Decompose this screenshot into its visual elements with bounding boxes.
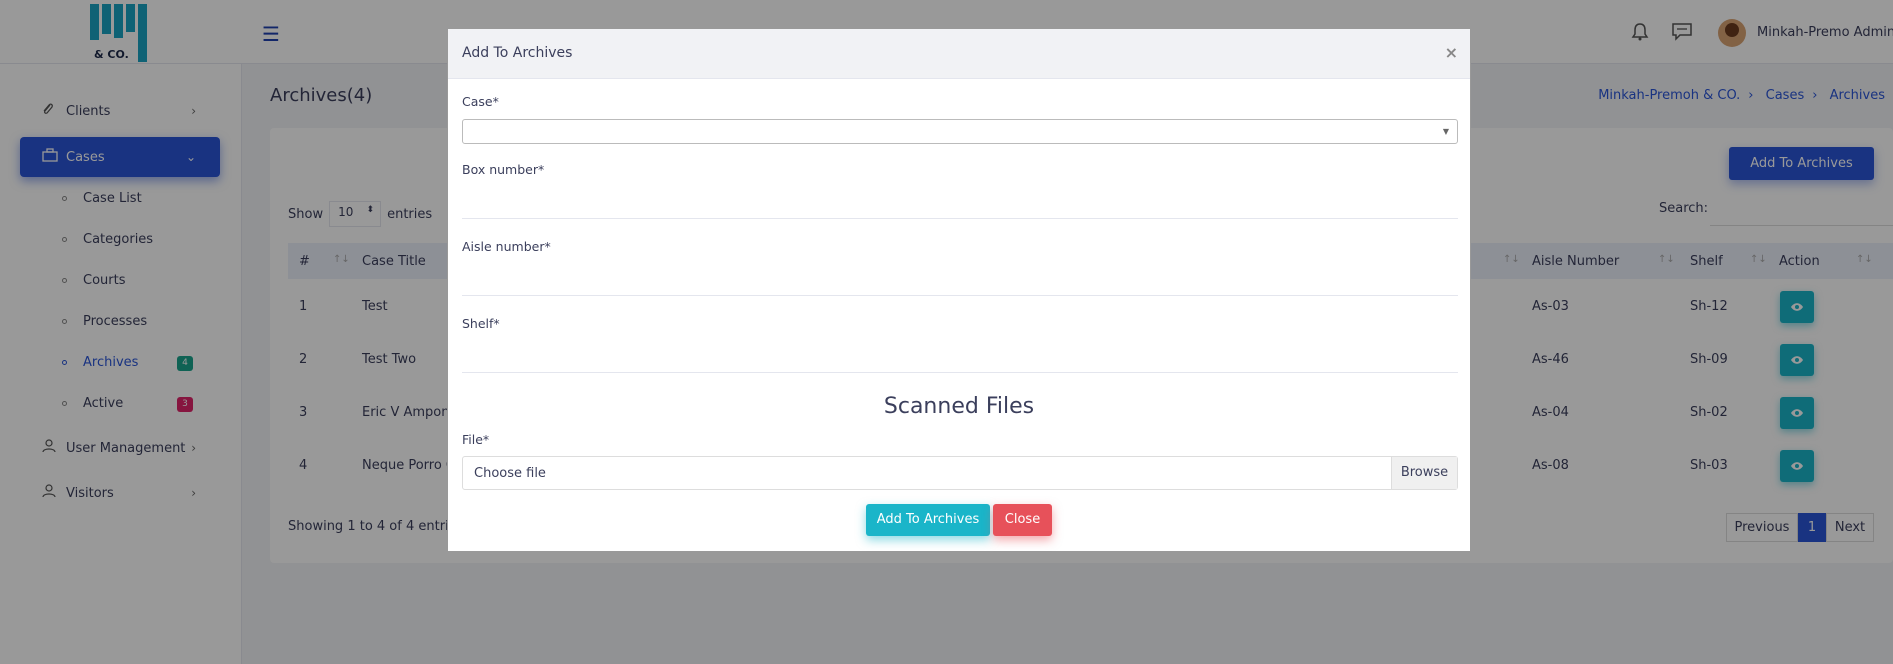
close-button[interactable]: Close bbox=[993, 504, 1052, 536]
close-icon[interactable]: × bbox=[1445, 43, 1458, 62]
case-select[interactable]: ▼ bbox=[462, 119, 1458, 144]
scanned-files-heading: Scanned Files bbox=[883, 394, 1035, 419]
box-number-input[interactable] bbox=[462, 185, 1458, 219]
box-number-label: Box number* bbox=[462, 162, 545, 177]
file-input[interactable]: Choose file Browse bbox=[462, 456, 1458, 490]
add-to-archives-modal: Add To Archives × Case* ▼ Box number* Ai… bbox=[447, 28, 1471, 552]
file-placeholder: Choose file bbox=[474, 466, 546, 481]
aisle-number-input[interactable] bbox=[462, 262, 1458, 296]
modal-header: Add To Archives × bbox=[448, 29, 1470, 79]
browse-button[interactable]: Browse bbox=[1391, 457, 1457, 489]
file-label: File* bbox=[462, 432, 490, 447]
shelf-label: Shelf* bbox=[462, 316, 500, 331]
aisle-number-label: Aisle number* bbox=[462, 239, 551, 254]
caret-down-icon: ▼ bbox=[1442, 127, 1449, 136]
add-to-archives-submit-button[interactable]: Add To Archives bbox=[866, 504, 990, 536]
modal-title: Add To Archives bbox=[462, 45, 573, 61]
case-label: Case* bbox=[462, 94, 499, 109]
shelf-input[interactable] bbox=[462, 339, 1458, 373]
